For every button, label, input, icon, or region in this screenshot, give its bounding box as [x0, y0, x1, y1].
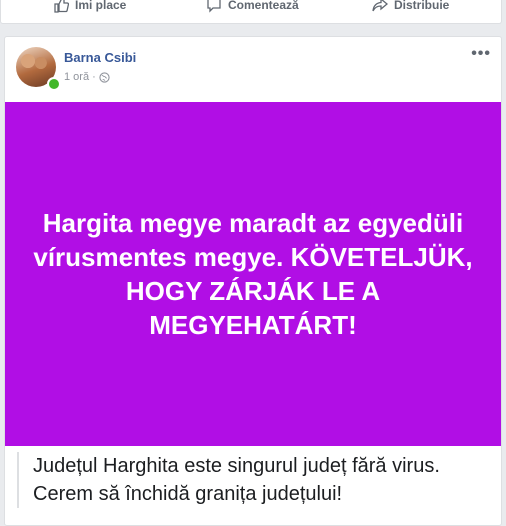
- like-label: Îmi place: [75, 0, 127, 12]
- comment-icon: [207, 0, 221, 13]
- translation-text: Județul Harghita este singurul județ făr…: [17, 452, 497, 508]
- share-button[interactable]: Distribuie: [372, 0, 449, 16]
- previous-post-footer: Îmi place Comentează Distribuie: [0, 0, 502, 24]
- banner-text: Hargita megye maradt az egyedüli vírusme…: [33, 208, 473, 340]
- share-label: Distribuie: [394, 0, 450, 12]
- post-time[interactable]: 1 oră: [64, 71, 89, 83]
- meta-separator: ·: [92, 71, 96, 83]
- comment-label: Comentează: [228, 0, 299, 12]
- comment-button[interactable]: Comentează: [206, 0, 299, 16]
- share-icon: [372, 0, 388, 12]
- like-button[interactable]: Îmi place: [53, 0, 126, 16]
- author-name[interactable]: Barna Csibi: [64, 50, 136, 65]
- post-card: Barna Csibi 1 oră · ••• Hargita megye ma…: [4, 36, 502, 526]
- online-status-icon: [47, 77, 61, 91]
- post-text-banner: Hargita megye maradt az egyedüli vírusme…: [5, 102, 501, 446]
- like-icon: [54, 0, 69, 13]
- post-meta: 1 oră ·: [64, 71, 110, 83]
- globe-icon[interactable]: [99, 71, 110, 83]
- more-options-icon[interactable]: •••: [471, 45, 491, 63]
